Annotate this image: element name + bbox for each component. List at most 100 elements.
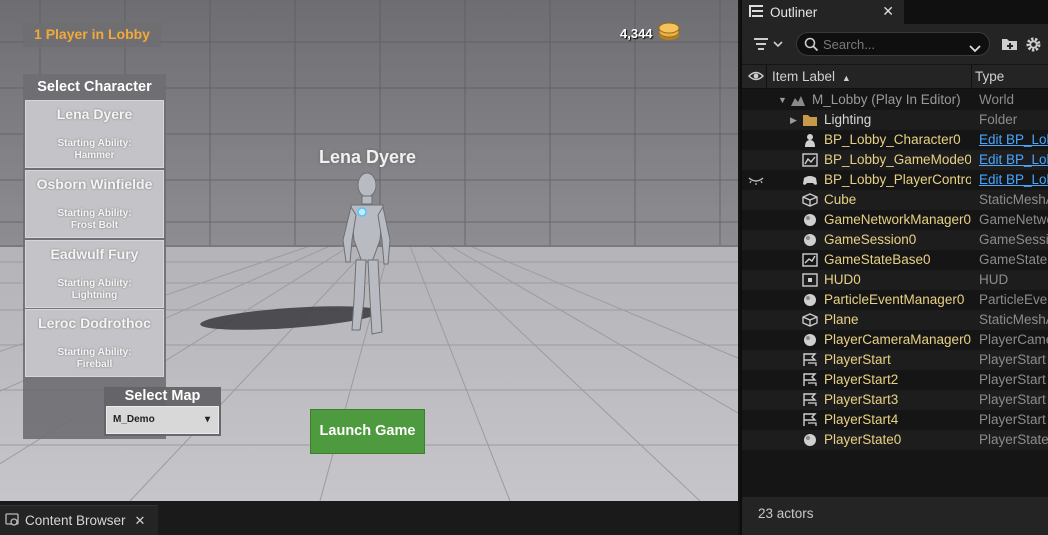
playerstart-icon	[802, 353, 818, 367]
outliner-item-label: ParticleEventManager0	[824, 292, 965, 307]
select-map-panel: Select Map M_Demo ▾	[104, 387, 221, 436]
character-name: Eadwulf Fury	[50, 246, 139, 262]
outliner-row[interactable]: BP_Lobby_PlayerController0 Edit BP_Lobby	[742, 170, 1048, 190]
close-icon[interactable]: ✕	[882, 3, 894, 20]
outliner-item-type: PlayerStart	[979, 412, 1046, 427]
outliner-item-label: M_Lobby (Play In Editor)	[812, 92, 961, 107]
actor-icon	[802, 293, 818, 307]
character-card-osborn[interactable]: Osborn Winfielde Starting Ability: Frost…	[25, 170, 164, 238]
filter-button[interactable]	[754, 35, 788, 53]
hud-icon	[802, 273, 818, 287]
outliner-item-label: PlayerStart3	[824, 392, 899, 407]
outliner-icon	[748, 4, 764, 21]
outliner-item-type: HUD	[979, 272, 1009, 287]
content-browser-tab[interactable]: Content Browser ✕	[0, 505, 158, 535]
actor-icon	[802, 433, 818, 447]
character-card-leroc[interactable]: Leroc Dodrothoc Starting Ability: Fireba…	[25, 309, 164, 377]
outliner-toolbar	[742, 24, 1048, 64]
add-folder-icon[interactable]	[1001, 36, 1019, 57]
outliner-row[interactable]: GameNetworkManager0 GameNetworkManager	[742, 210, 1048, 230]
column-divider	[971, 65, 972, 89]
folder-icon	[802, 113, 818, 127]
character-card-eadwulf[interactable]: Eadwulf Fury Starting Ability: Lightning	[25, 240, 164, 308]
outliner-row[interactable]: PlayerStart PlayerStart	[742, 350, 1048, 370]
outliner-item-type: StaticMeshActor	[979, 312, 1048, 327]
mesh-icon	[802, 313, 818, 327]
content-browser-label: Content Browser	[25, 513, 126, 528]
outliner-row[interactable]: GameStateBase0 GameStateBase	[742, 250, 1048, 270]
outliner-column-header: Item Label ▲ Type	[742, 65, 1048, 89]
hidden-eye-icon[interactable]	[748, 171, 764, 191]
edit-blueprint-link[interactable]: Edit BP_Lobby	[979, 130, 1048, 150]
select-map-title: Select Map	[124, 388, 201, 404]
outliner-row[interactable]: PlayerStart2 PlayerStart	[742, 370, 1048, 390]
outliner-item-label: GameNetworkManager0	[824, 212, 971, 227]
search-box[interactable]	[796, 32, 990, 56]
selected-character-nameplate: Lena Dyere	[318, 147, 417, 167]
actor-icon	[802, 233, 818, 247]
character-name: Osborn Winfielde	[36, 176, 153, 192]
outliner-row[interactable]: PlayerCameraManager0 PlayerCameraManager	[742, 330, 1048, 350]
outliner-row[interactable]: PlayerState0 PlayerState	[742, 430, 1048, 450]
outliner-row[interactable]: GameSession0 GameSession	[742, 230, 1048, 250]
chevron-down-icon[interactable]	[969, 40, 981, 58]
coins-icon	[657, 21, 681, 46]
ability-label: Starting Ability:	[57, 347, 132, 358]
character-icon	[802, 133, 818, 147]
outliner-row[interactable]: BP_Lobby_GameMode0 Edit BP_Lobby	[742, 150, 1048, 170]
outliner-item-type: GameStateBase	[979, 252, 1048, 267]
outliner-item-type: PlayerStart	[979, 392, 1046, 407]
character-name: Lena Dyere	[56, 106, 133, 122]
expand-arrow-icon[interactable]: ▼	[778, 90, 787, 110]
ability-label: Starting Ability:	[57, 278, 132, 289]
actor-count: 23 actors	[758, 506, 814, 521]
close-icon[interactable]: ✕	[135, 513, 146, 529]
playerstart-icon	[802, 413, 818, 427]
outliner-tab-label: Outliner	[770, 4, 818, 20]
outliner-row[interactable]: ParticleEventManager0 ParticleEventManage…	[742, 290, 1048, 310]
outliner-row[interactable]: ▼ M_Lobby (Play In Editor) World	[742, 90, 1048, 110]
collapse-arrow-icon[interactable]: ▶	[790, 110, 797, 130]
outliner-item-label: PlayerState0	[824, 432, 902, 447]
outliner-footer: 23 actors	[742, 497, 1048, 535]
visibility-eye-icon[interactable]	[748, 70, 764, 85]
outliner-row[interactable]: Plane StaticMeshActor	[742, 310, 1048, 330]
outliner-item-type: PlayerStart	[979, 372, 1046, 387]
outliner-panel: Outliner ✕ Search... Item Label ▲ Type ▼…	[740, 0, 1048, 535]
outliner-row[interactable]: BP_Lobby_Character0 Edit BP_Lobby	[742, 130, 1048, 150]
game-viewport[interactable]: 1 Player in Lobby 4,344 Select Character…	[0, 0, 738, 501]
outliner-item-label: Cube	[824, 192, 857, 207]
outliner-item-label: PlayerCameraManager0	[824, 332, 971, 347]
outliner-row[interactable]: HUD0 HUD	[742, 270, 1048, 290]
actor-icon	[802, 333, 818, 347]
outliner-tab[interactable]: Outliner ✕	[742, 0, 904, 24]
select-character-title: Select Character	[37, 79, 152, 95]
edit-blueprint-link[interactable]: Edit BP_Lobby	[979, 150, 1048, 170]
map-dropdown[interactable]: M_Demo ▾	[106, 406, 219, 434]
ability-label: Starting Ability:	[57, 138, 132, 149]
character-card-lena[interactable]: Lena Dyere Starting Ability: Hammer	[25, 100, 164, 168]
outliner-item-type: StaticMeshActor	[979, 192, 1048, 207]
coin-count-value: 4,344	[620, 25, 653, 41]
edit-blueprint-link[interactable]: Edit BP_Lobby	[979, 170, 1048, 190]
outliner-row[interactable]: Cube StaticMeshActor	[742, 190, 1048, 210]
outliner-item-label: PlayerStart4	[824, 412, 899, 427]
outliner-item-label: BP_Lobby_Character0	[824, 132, 961, 147]
type-column-header[interactable]: Type	[975, 69, 1004, 84]
outliner-item-label: GameStateBase0	[824, 252, 931, 267]
gear-icon[interactable]	[1025, 36, 1042, 58]
outliner-row[interactable]: ▶ Lighting Folder	[742, 110, 1048, 130]
outliner-item-label: GameSession0	[824, 232, 917, 247]
item-label-column-header[interactable]: Item Label ▲	[772, 69, 851, 84]
column-divider	[766, 65, 767, 89]
level-icon	[790, 93, 806, 107]
outliner-item-label: BP_Lobby_GameMode0	[824, 152, 971, 167]
outliner-item-label: PlayerStart	[824, 352, 891, 367]
filter-icon	[754, 38, 783, 50]
playerstart-icon	[802, 373, 818, 387]
outliner-row[interactable]: PlayerStart4 PlayerStart	[742, 410, 1048, 430]
content-browser-icon	[4, 511, 20, 530]
launch-game-button[interactable]: Launch Game	[310, 409, 425, 454]
search-input[interactable]	[823, 36, 963, 52]
outliner-row[interactable]: PlayerStart3 PlayerStart	[742, 390, 1048, 410]
